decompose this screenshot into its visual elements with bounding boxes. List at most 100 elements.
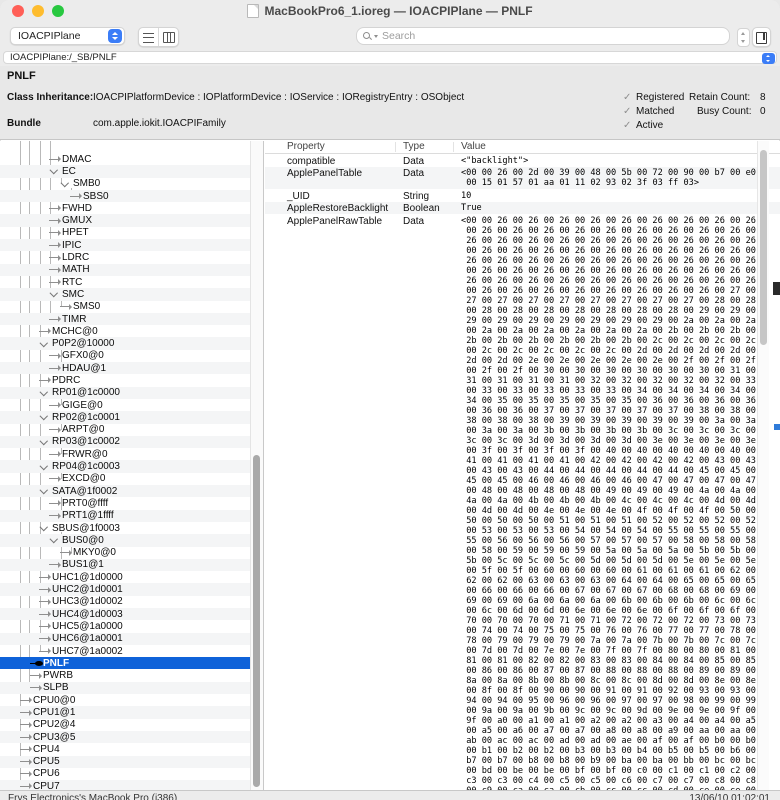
tree-connector-icon <box>39 328 51 335</box>
tree-item-label: SMB0 <box>73 178 101 190</box>
tree-item-UHC7@1a0002[interactable]: UHC7@1a0002 <box>0 645 263 657</box>
tree-item-UHC4@1d0003[interactable]: UHC4@1d0003 <box>0 607 263 621</box>
path-field[interactable]: IOACPIPlane:/_SB/PNLF <box>3 51 777 64</box>
tree-connector-icon <box>20 758 32 765</box>
tree-item-PRT1@1ffff[interactable]: PRT1@1ffff <box>0 509 263 522</box>
tree-item-CPU5[interactable]: CPU5 <box>0 755 263 768</box>
tree-item-MATH[interactable]: MATH <box>0 263 263 276</box>
tree-connector-icon <box>39 635 51 642</box>
tree-connector-icon <box>49 352 61 359</box>
tree-item-UHC1@1d0000[interactable]: UHC1@1d0000 <box>0 571 263 583</box>
tree-item-ARPT@0[interactable]: ARPT@0 <box>0 424 263 436</box>
property-row-ApplePanelRawTable[interactable]: ApplePanelRawTable Data <00 00 26 00 26 00… <box>265 214 780 790</box>
disclosure-chevron-icon[interactable] <box>39 463 49 471</box>
tree-item-MKY0@0[interactable]: MKY0@0 <box>0 547 263 559</box>
tree-item-SMC[interactable]: SMC <box>0 288 263 301</box>
disclosure-chevron-icon[interactable] <box>39 413 49 421</box>
tree-item-label: UHC2@1d0001 <box>52 584 123 596</box>
table-scrollbar-thumb[interactable] <box>760 150 767 345</box>
machine-name-text: Frys Electronics's MacBook Pro (i386) <box>8 793 178 800</box>
tree-item-CPU2@4[interactable]: CPU2@4 <box>0 719 263 731</box>
tree-item-FRWR@0[interactable]: FRWR@0 <box>0 448 263 460</box>
tree-item-PNLF[interactable]: PNLF <box>0 657 252 670</box>
tree-item-CPU3@5[interactable]: CPU3@5 <box>0 730 263 744</box>
disclosure-chevron-icon[interactable] <box>39 487 49 495</box>
tree-item-CPU1@1[interactable]: CPU1@1 <box>0 706 263 719</box>
tree-connector-icon <box>20 709 32 716</box>
tree-item-PRT0@ffff[interactable]: PRT0@ffff <box>0 497 263 509</box>
tree-item-SBUS@1f0003[interactable]: SBUS@1f0003 <box>0 522 263 534</box>
tree-item-SATA@1f0002[interactable]: SATA@1f0002 <box>0 485 263 498</box>
tree-item-CPU0@0[interactable]: CPU0@0 <box>0 694 263 706</box>
tree-item-RP01@1c0000[interactable]: RP01@1c0000 <box>0 386 263 399</box>
tree-item-LDRC[interactable]: LDRC <box>0 251 263 263</box>
tree-item-GMUX[interactable]: GMUX <box>0 214 263 227</box>
tree-item-MCHC@0[interactable]: MCHC@0 <box>0 325 263 337</box>
tree-item-UHC2@1d0001[interactable]: UHC2@1d0001 <box>0 583 263 596</box>
search-input[interactable]: Search <box>356 27 730 45</box>
tree-item-UHC6@1a0001[interactable]: UHC6@1a0001 <box>0 632 263 645</box>
tree-item-HDAU@1[interactable]: HDAU@1 <box>0 362 263 375</box>
tree-item-label: RP01@1c0000 <box>52 387 120 399</box>
column-divider[interactable] <box>453 142 454 152</box>
tree-item-PDRC[interactable]: PDRC <box>0 374 263 386</box>
tree-item-UHC3@1d0002[interactable]: UHC3@1d0002 <box>0 596 263 608</box>
disclosure-chevron-icon[interactable] <box>39 438 49 446</box>
tree-item-CPU7[interactable]: CPU7 <box>0 780 263 790</box>
column-header-type[interactable]: Type <box>403 141 425 152</box>
tree-item-P0P2@10000[interactable]: P0P2@10000 <box>0 337 263 350</box>
property-row-AppleRestoreBacklight[interactable]: AppleRestoreBacklight Boolean True <box>265 201 780 215</box>
tree-item-label: MATH <box>62 264 90 276</box>
search-menu-chevron-icon[interactable] <box>374 34 378 38</box>
tree-item-CPU4[interactable]: CPU4 <box>0 743 263 755</box>
column-divider[interactable] <box>395 142 396 152</box>
tree-item-label: CPU0@0 <box>33 694 76 706</box>
disclosure-chevron-icon[interactable] <box>49 536 59 544</box>
tree-item-RP04@1c0003[interactable]: RP04@1c0003 <box>0 460 263 473</box>
disclosure-chevron-icon[interactable] <box>39 389 49 397</box>
tree-item-GFX0@0[interactable]: GFX0@0 <box>0 350 263 362</box>
tree-item-HPET[interactable]: HPET <box>0 227 263 239</box>
tree-item-GIGE@0[interactable]: GIGE@0 <box>0 399 263 411</box>
disclosure-chevron-icon[interactable] <box>49 167 59 175</box>
tree-connector-icon <box>30 684 42 691</box>
tree-item-TIMR[interactable]: TIMR <box>0 312 263 326</box>
tree-item-UHC5@1a0000[interactable]: UHC5@1a0000 <box>0 620 263 632</box>
inspector-toggle-button[interactable] <box>752 27 771 47</box>
tree-item-EC[interactable]: EC <box>0 165 263 178</box>
tree-rows: DMAC EC SMB0 SBS0 FWHD GMUX HPET IPIC LDRC MATH RT… <box>0 153 263 790</box>
tree-scrollbar-thumb[interactable] <box>253 455 260 787</box>
tree-item-SMS0[interactable]: SMS0 <box>0 301 263 313</box>
tree-item-SBS0[interactable]: SBS0 <box>0 189 263 203</box>
tree-item-PWRB[interactable]: PWRB <box>0 669 263 681</box>
tree-connector-icon <box>49 242 61 249</box>
plane-select-dropdown[interactable]: IOACPIPlane <box>10 27 125 45</box>
tree-item-RP03@1c0002[interactable]: RP03@1c0002 <box>0 435 263 449</box>
tree-item-SMB0[interactable]: SMB0 <box>0 178 263 190</box>
tree-item-FWHD[interactable]: FWHD <box>0 202 263 214</box>
tree-item-DMAC[interactable]: DMAC <box>0 153 263 165</box>
disclosure-chevron-icon[interactable] <box>49 290 59 298</box>
property-row-compatible[interactable]: compatible Data <"backlight"> <box>265 154 780 167</box>
tree-item-SLPB[interactable]: SLPB <box>0 681 263 695</box>
disclosure-chevron-icon[interactable] <box>39 340 49 348</box>
tree-item-BUS1@1[interactable]: BUS1@1 <box>0 558 263 572</box>
disclosure-chevron-icon[interactable] <box>39 524 49 532</box>
tree-scrollbar[interactable] <box>250 141 263 790</box>
disclosure-chevron-icon[interactable] <box>60 180 70 188</box>
table-scrollbar[interactable] <box>757 141 769 790</box>
outline-view-button[interactable] <box>139 28 158 46</box>
column-header-property[interactable]: Property <box>287 141 325 152</box>
tree-item-BUS0@0[interactable]: BUS0@0 <box>0 534 263 547</box>
tree-item-RTC[interactable]: RTC <box>0 276 263 288</box>
tree-item-CPU6[interactable]: CPU6 <box>0 768 263 780</box>
property-row-_UID[interactable]: _UID String 10 <box>265 189 780 202</box>
property-row-ApplePanelTable[interactable]: ApplePanelTable Data <00 00 26 00 2d 00 39… <box>265 166 780 190</box>
path-dropdown-icon[interactable] <box>762 52 775 64</box>
tree-item-EXCD@0[interactable]: EXCD@0 <box>0 473 263 485</box>
tree-item-IPIC[interactable]: IPIC <box>0 239 263 252</box>
tree-item-RP02@1c0001[interactable]: RP02@1c0001 <box>0 411 263 424</box>
column-view-button[interactable] <box>158 28 178 46</box>
column-header-value[interactable]: Value <box>461 141 486 152</box>
find-stepper[interactable] <box>737 28 750 47</box>
